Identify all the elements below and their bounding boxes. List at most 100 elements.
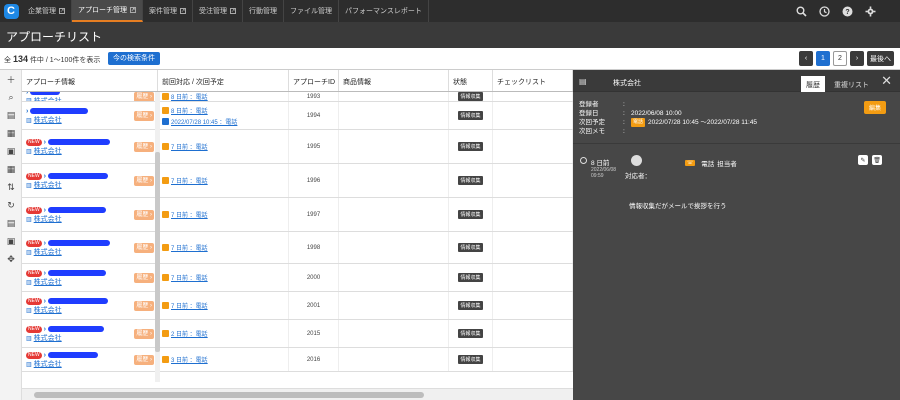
close-icon[interactable]: ✕: [881, 73, 892, 89]
search-icon[interactable]: ⌕: [0, 88, 22, 106]
last-activity-link[interactable]: 7 日前 ：電話: [171, 142, 208, 151]
table-row[interactable]: › ▥ 株式会社 履歴 › 8 日前 ：電話 2022/07/28 10:45 ：電話 19…: [22, 102, 573, 130]
chevron-right-icon[interactable]: ›: [26, 108, 28, 115]
company-link[interactable]: 株式会社: [34, 214, 62, 224]
table-row[interactable]: › ▥ 株式会社 履歴 › 8 日前 ：電話 1993 情報収集: [22, 92, 573, 102]
company-link[interactable]: 株式会社: [34, 359, 62, 369]
history-button[interactable]: 履歴 ›: [134, 272, 154, 283]
col-approach-id[interactable]: アプローチID: [289, 70, 339, 91]
last-activity-link[interactable]: 8 日前 ：電話: [171, 92, 208, 101]
next-page-button[interactable]: ›: [850, 51, 864, 66]
nav-tab-orders[interactable]: 受注管理 ↗: [193, 0, 243, 22]
company-link[interactable]: 株式会社: [34, 277, 62, 287]
history-button[interactable]: 履歴 ›: [134, 354, 154, 365]
trash-icon[interactable]: 🗑: [872, 155, 882, 165]
app-logo[interactable]: C: [0, 0, 22, 22]
chevron-right-icon[interactable]: ›: [44, 326, 46, 333]
chevron-right-icon[interactable]: ›: [26, 92, 28, 96]
history-button[interactable]: 履歴 ›: [134, 110, 154, 121]
company-link[interactable]: 株式会社: [34, 305, 62, 315]
chevron-right-icon[interactable]: ›: [44, 207, 46, 214]
search-icon[interactable]: [795, 5, 807, 17]
move-icon[interactable]: ✥: [0, 250, 22, 268]
col-last-next[interactable]: 前回対応 / 次回予定: [158, 70, 289, 91]
history-button[interactable]: 履歴 ›: [134, 141, 154, 152]
last-activity-link[interactable]: 7 日前 ：電話: [171, 301, 208, 310]
refresh-icon[interactable]: ↻: [0, 196, 22, 214]
history-button[interactable]: 履歴 ›: [134, 92, 154, 101]
nav-tab-deals[interactable]: 案件管理 ↗: [143, 0, 193, 22]
company-link[interactable]: 株式会社: [34, 146, 62, 156]
col-checklist[interactable]: チェックリスト: [493, 70, 573, 91]
nav-tab-companies[interactable]: 企業管理 ↗: [22, 0, 72, 22]
table-row[interactable]: NEW › ▥ 株式会社 履歴 › 7 日前 ：電話 2001 情報収集: [22, 292, 573, 320]
company-link[interactable]: 株式会社: [34, 115, 62, 125]
edit-icon[interactable]: ✎: [858, 155, 868, 165]
horizontal-scrollbar[interactable]: [22, 388, 573, 400]
company-link[interactable]: 株式会社: [34, 247, 62, 257]
last-activity-link[interactable]: 2 日前 ：電話: [171, 329, 208, 338]
chevron-right-icon[interactable]: ›: [44, 139, 46, 146]
vertical-scrollbar[interactable]: [155, 92, 160, 382]
scroll-thumb[interactable]: [34, 392, 424, 398]
grid-icon[interactable]: ▦: [0, 160, 22, 178]
report-icon[interactable]: ▣: [0, 142, 22, 160]
chevron-right-icon[interactable]: ›: [44, 240, 46, 247]
history-button[interactable]: 履歴 ›: [134, 209, 154, 220]
edit-button[interactable]: 編集: [863, 101, 886, 114]
chevron-right-icon[interactable]: ›: [44, 352, 46, 359]
history-button[interactable]: 履歴 ›: [134, 242, 154, 253]
table-row[interactable]: NEW › ▥ 株式会社 履歴 › 7 日前 ：電話 2000 情報収集: [22, 264, 573, 292]
sort-icon[interactable]: ⇅: [0, 178, 22, 196]
chevron-right-icon[interactable]: ›: [44, 173, 46, 180]
col-product-info[interactable]: 商品情報: [339, 70, 449, 91]
history-button[interactable]: 履歴 ›: [134, 300, 154, 311]
tab-duplicates[interactable]: 重複リスト: [829, 76, 874, 92]
building-icon: ▥: [26, 279, 32, 286]
history-button[interactable]: 履歴 ›: [134, 328, 154, 339]
table-row[interactable]: NEW › ▥ 株式会社 履歴 › 7 日前 ：電話 1998 情報収集: [22, 232, 573, 264]
nav-tab-activities[interactable]: 行動管理: [243, 0, 284, 22]
last-activity-link[interactable]: 7 日前 ：電話: [171, 210, 208, 219]
phone-tag: 電話: [631, 118, 646, 127]
prev-page-button[interactable]: ‹: [799, 51, 813, 66]
chevron-right-icon[interactable]: ›: [44, 298, 46, 305]
company-link[interactable]: 株式会社: [34, 180, 62, 190]
col-approach-info[interactable]: アプローチ情報: [22, 70, 158, 91]
table-row[interactable]: NEW › ▥ 株式会社 履歴 › 3 日前 ：電話 2016 情報収集: [22, 348, 573, 372]
last-activity-link[interactable]: 3 日前 ：電話: [171, 355, 208, 364]
help-icon[interactable]: ?: [841, 5, 853, 17]
last-activity-link[interactable]: 8 日前 ：電話: [171, 106, 208, 115]
tab-history[interactable]: 履歴: [801, 76, 825, 92]
table-row[interactable]: NEW › ▥ 株式会社 履歴 › 7 日前 ：電話 1995 情報収集: [22, 130, 573, 164]
entry-radio[interactable]: [580, 157, 587, 164]
file-icon[interactable]: ▣: [0, 232, 22, 250]
clock-icon[interactable]: [818, 5, 830, 17]
page-1-button[interactable]: 1: [816, 51, 830, 66]
last-activity-link[interactable]: 7 日前 ：電話: [171, 176, 208, 185]
last-page-button[interactable]: 最後へ: [867, 51, 894, 66]
history-button[interactable]: 履歴 ›: [134, 175, 154, 186]
last-activity-link[interactable]: 7 日前 ：電話: [171, 273, 208, 282]
scroll-thumb[interactable]: [155, 152, 160, 352]
table-row[interactable]: NEW › ▥ 株式会社 履歴 › 7 日前 ：電話 1997 情報収集: [22, 198, 573, 232]
col-status[interactable]: 状態: [449, 70, 493, 91]
table-row[interactable]: NEW › ▥ 株式会社 履歴 › 2 日前 ：電話 2015 情報収集: [22, 320, 573, 348]
last-activity-link[interactable]: 7 日前 ：電話: [171, 243, 208, 252]
export-icon[interactable]: ▤: [0, 214, 22, 232]
next-activity-link[interactable]: 2022/07/28 10:45 ：電話: [171, 117, 237, 126]
gear-icon[interactable]: [864, 5, 876, 17]
page-2-button[interactable]: 2: [833, 51, 847, 66]
table-row[interactable]: NEW › ▥ 株式会社 履歴 › 7 日前 ：電話 1996 情報収集: [22, 164, 573, 198]
document-icon[interactable]: ▤: [0, 106, 22, 124]
nav-tab-approach[interactable]: アプローチ管理 ↗: [72, 0, 143, 22]
nav-tab-reports[interactable]: パフォーマンスレポート: [339, 0, 429, 22]
calendar-icon[interactable]: ▦: [0, 124, 22, 142]
chevron-right-icon[interactable]: ›: [44, 270, 46, 277]
page-title: アプローチリスト: [6, 30, 103, 44]
company-link[interactable]: 株式会社: [34, 333, 62, 343]
current-search-button[interactable]: 今の検索条件: [108, 52, 160, 65]
nav-tab-files[interactable]: ファイル管理: [284, 0, 339, 22]
company-link[interactable]: 株式会社: [34, 96, 62, 102]
add-icon[interactable]: ＋: [0, 70, 22, 88]
